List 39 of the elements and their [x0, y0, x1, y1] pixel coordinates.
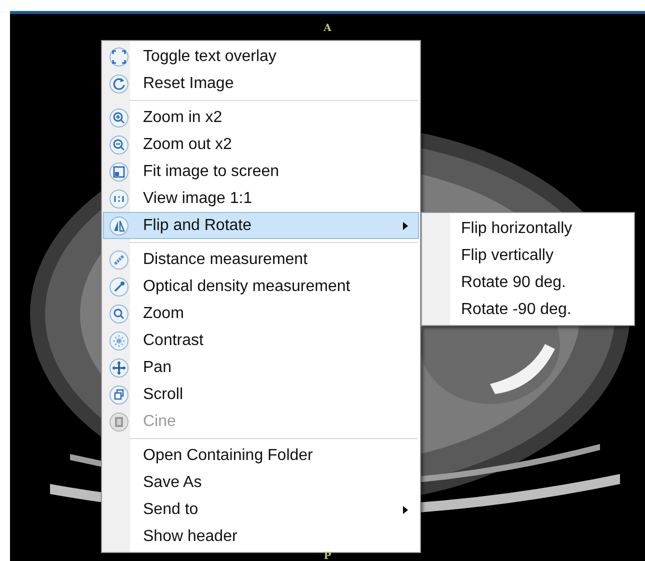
stack-icon	[109, 384, 129, 404]
menu-item[interactable]: Open Containing Folder	[103, 442, 419, 469]
orientation-marker: A	[324, 24, 332, 34]
menu-item[interactable]: Distance measurement	[103, 246, 419, 273]
menu-item[interactable]: Contrast	[103, 327, 419, 354]
menu-item[interactable]: Rotate -90 deg.	[422, 296, 634, 323]
menu-item[interactable]: Toggle text overlay	[103, 43, 419, 70]
sun-icon	[109, 330, 129, 350]
move-icon	[109, 358, 129, 378]
menu-item[interactable]: View image 1:1	[103, 185, 419, 212]
menu-item[interactable]: Zoom	[103, 300, 419, 327]
zoom-out-icon	[109, 134, 129, 154]
menu-item[interactable]: Send to	[103, 496, 419, 523]
menu-item[interactable]: Flip and Rotate	[103, 212, 419, 239]
orientation-marker: P	[324, 552, 332, 561]
submenu-arrow-icon	[403, 506, 408, 514]
magnifier-icon	[109, 304, 129, 324]
menu-item[interactable]: Show header	[103, 523, 419, 550]
menu-item[interactable]: Flip vertically	[422, 242, 634, 269]
menu-item[interactable]: Save As	[103, 469, 419, 496]
submenu-arrow-icon	[403, 222, 408, 230]
menu-item[interactable]: Scroll	[103, 381, 419, 408]
menu-item[interactable]: Pan	[103, 354, 419, 381]
ratio-icon	[109, 188, 129, 208]
menu-item[interactable]: Optical density measurement	[103, 273, 419, 300]
zoom-in-icon	[109, 108, 129, 128]
menu-item[interactable]: Zoom in x2	[103, 104, 419, 131]
ruler-icon	[109, 250, 129, 270]
frame-icon	[109, 46, 129, 66]
fit-screen-icon	[109, 162, 129, 182]
menu-item[interactable]: Flip horizontally	[422, 215, 634, 242]
pipette-icon	[109, 276, 129, 296]
menu-item[interactable]: Rotate 90 deg.	[422, 269, 634, 296]
flip-icon	[109, 216, 129, 236]
menu-item[interactable]: Zoom out x2	[103, 131, 419, 158]
reset-icon	[109, 74, 129, 94]
menu-item[interactable]: Fit image to screen	[103, 158, 419, 185]
menu-item[interactable]: Reset Image	[103, 70, 419, 97]
film-icon	[109, 412, 129, 432]
